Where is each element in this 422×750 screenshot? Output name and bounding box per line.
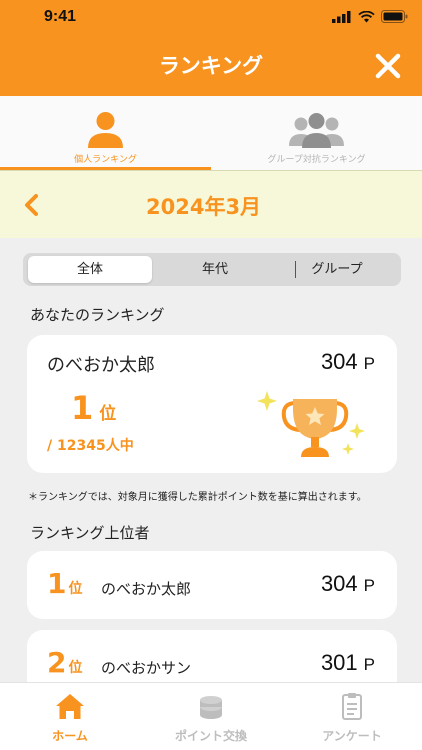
status-icons [332, 10, 408, 23]
app-header: 9:41 ランキング [0, 0, 422, 96]
wifi-icon [358, 10, 375, 22]
ranker-name: のべおかサン [101, 659, 192, 677]
ranker-points-value: 304 [320, 571, 358, 596]
tab-survey[interactable]: アンケート [282, 683, 422, 750]
ranker-points-value: 301 [320, 650, 358, 675]
bottom-tab-bar: ホーム ポイント交換 アンケート [0, 682, 422, 750]
my-rank-total: / 12345人中 [47, 438, 134, 454]
ranker-points: 301 P [321, 650, 375, 676]
tab-points-exchange-label: ポイント交換 [174, 729, 247, 743]
segment-age[interactable]: 年代 [153, 256, 277, 283]
my-ranking-title: あなたのランキング [30, 306, 165, 324]
close-icon[interactable] [374, 52, 402, 80]
group-icon [289, 113, 344, 148]
ranking-type-tabs: 個人ランキング グループ対抗ランキング [0, 96, 422, 170]
my-rank-unit: 位 [99, 404, 117, 424]
month-selector: 2024年3月 [0, 170, 422, 238]
person-icon [88, 112, 123, 148]
ranker-rank-number: 1 [47, 567, 67, 600]
signal-icon [332, 10, 351, 23]
status-bar: 9:41 [0, 0, 422, 34]
segment-group[interactable]: グループ [275, 256, 399, 283]
tab-group-label: グループ対抗ランキング [267, 155, 366, 165]
status-time: 9:41 [44, 8, 77, 25]
tab-individual-ranking[interactable]: 個人ランキング [0, 96, 211, 170]
my-points: 304 P [321, 349, 375, 375]
coins-icon [200, 696, 222, 719]
top-rankers-title: ランキング上位者 [30, 524, 150, 542]
tab-group-ranking[interactable]: グループ対抗ランキング [211, 96, 422, 170]
my-rank: 1位 [71, 389, 116, 427]
my-points-unit: P [363, 354, 375, 373]
tab-individual-label: 個人ランキング [74, 155, 137, 165]
segment-control: 全体 年代 グループ [23, 253, 401, 286]
my-points-value: 304 [320, 349, 358, 374]
ranker-name: のべおか太郎 [101, 580, 192, 598]
tab-survey-label: アンケート [322, 729, 382, 743]
ranker-points-unit: P [363, 655, 375, 674]
clipboard-icon [342, 693, 362, 720]
ranker-rank-unit: 位 [68, 581, 83, 597]
ranker-row[interactable]: 1位 のべおか太郎 304 P [27, 551, 397, 619]
my-name: のべおか太郎 [47, 355, 155, 376]
tab-home[interactable]: ホーム [0, 683, 140, 750]
tab-home-label: ホーム [52, 729, 88, 743]
page-title: ランキング [158, 54, 264, 78]
battery-icon [381, 10, 408, 23]
my-rank-number: 1 [71, 389, 94, 427]
ranker-points: 304 P [321, 571, 375, 597]
home-icon [56, 694, 84, 719]
ranker-rank: 1位 [47, 567, 82, 600]
my-ranking-card: のべおか太郎 304 P 1位 / 12345人中 [27, 335, 397, 473]
ranker-rank: 2位 [47, 646, 82, 679]
ranking-note: ＊ランキングでは、対象月に獲得した累計ポイント数を基に算出されます。 [28, 492, 367, 503]
chevron-left-icon[interactable] [22, 193, 42, 217]
trophy-icon [257, 391, 365, 457]
segment-all[interactable]: 全体 [28, 256, 152, 283]
ranker-rank-unit: 位 [68, 660, 83, 676]
ranker-points-unit: P [363, 576, 375, 595]
tab-points-exchange[interactable]: ポイント交換 [141, 683, 281, 750]
month-label: 2024年3月 [146, 195, 262, 219]
ranker-rank-number: 2 [47, 646, 67, 679]
